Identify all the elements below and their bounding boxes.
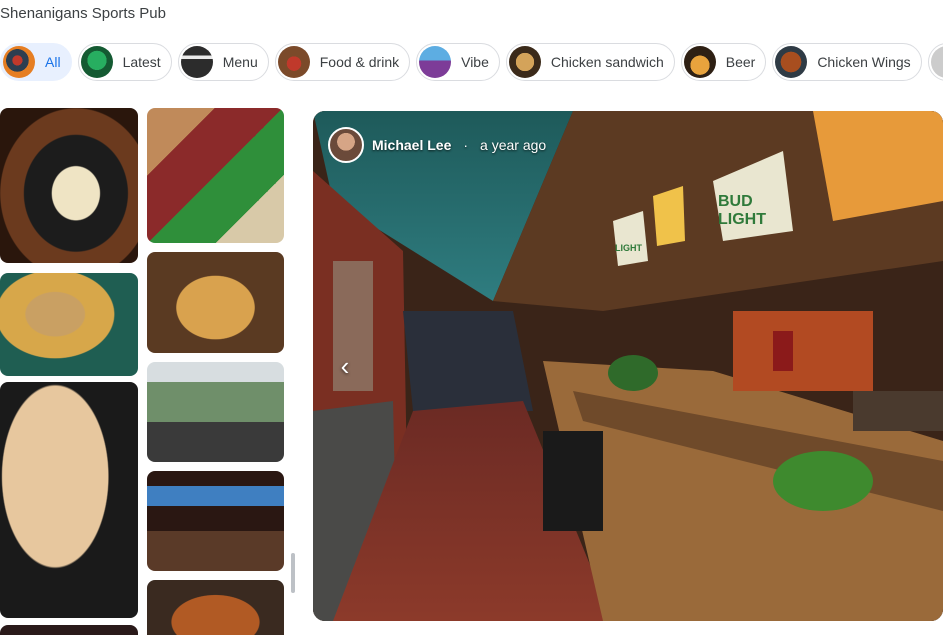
photo-bar-tvs[interactable] bbox=[147, 471, 284, 571]
bud-light-banner-text-2: LIGHT bbox=[718, 211, 766, 228]
chip-thumbnail bbox=[508, 46, 541, 78]
photo-dark-bottom-left[interactable] bbox=[0, 625, 138, 635]
chip-thumbnail bbox=[930, 46, 943, 78]
chip-thumbnail bbox=[419, 46, 452, 78]
chip-chicken-sandwich[interactable]: Chicken sandwich bbox=[505, 43, 675, 81]
photo-patio[interactable] bbox=[147, 362, 284, 462]
grid-scrollbar[interactable] bbox=[291, 553, 295, 593]
chip-latest[interactable]: Latest bbox=[77, 43, 172, 81]
photo-soup[interactable] bbox=[0, 108, 138, 263]
photo-grid bbox=[0, 108, 290, 635]
main-photo: BUD LIGHT LIGHT bbox=[313, 111, 943, 621]
separator-dot: · bbox=[463, 137, 469, 153]
photo-fried-shrimp[interactable] bbox=[0, 382, 138, 618]
chip-label: Menu bbox=[222, 54, 258, 70]
chip-label: Chicken Wings bbox=[817, 54, 911, 70]
chip-thumbnail bbox=[277, 46, 310, 78]
chip-thumbnail bbox=[3, 46, 35, 78]
chevron-left-icon[interactable]: ‹ bbox=[331, 349, 359, 383]
chip-food-and-drink[interactable]: Food & drink bbox=[274, 43, 411, 81]
chip-label: All bbox=[45, 54, 61, 70]
chip-beer[interactable]: Beer bbox=[680, 43, 767, 81]
chip-label: Chicken sandwich bbox=[550, 54, 664, 70]
pennant-text: LIGHT bbox=[615, 243, 642, 253]
chip-label: Vibe bbox=[461, 54, 489, 70]
chip-label: Latest bbox=[122, 54, 161, 70]
photo-pizza[interactable] bbox=[147, 252, 284, 353]
photo-fries[interactable] bbox=[0, 273, 138, 376]
author-name[interactable]: Michael Lee bbox=[372, 137, 451, 153]
chip-all[interactable]: All bbox=[0, 43, 72, 81]
photo-steak-plate[interactable] bbox=[147, 108, 284, 243]
photo-viewer[interactable]: BUD LIGHT LIGHT Michael Lee · a year ago… bbox=[313, 111, 943, 621]
bud-light-banner-text-1: BUD bbox=[718, 193, 753, 210]
chip-thumbnail bbox=[80, 46, 113, 78]
photo-category-chips: All Latest Menu Food & drink Vibe Chicke… bbox=[0, 43, 943, 81]
chip-more[interactable] bbox=[927, 43, 943, 81]
chip-thumbnail bbox=[683, 46, 716, 78]
photo-wings[interactable] bbox=[147, 580, 284, 635]
chip-label: Food & drink bbox=[319, 54, 400, 70]
avatar[interactable] bbox=[328, 127, 364, 163]
chip-thumbnail bbox=[180, 46, 213, 78]
photo-date: a year ago bbox=[480, 137, 547, 153]
place-title: Shenanigans Sports Pub bbox=[0, 5, 166, 22]
photo-author[interactable]: Michael Lee · a year ago bbox=[328, 127, 546, 163]
chip-label: Beer bbox=[725, 54, 756, 70]
chip-vibe[interactable]: Vibe bbox=[416, 43, 500, 81]
chip-thumbnail bbox=[775, 46, 808, 78]
chip-menu[interactable]: Menu bbox=[177, 43, 269, 81]
chip-chicken-wings[interactable]: Chicken Wings bbox=[772, 43, 922, 81]
